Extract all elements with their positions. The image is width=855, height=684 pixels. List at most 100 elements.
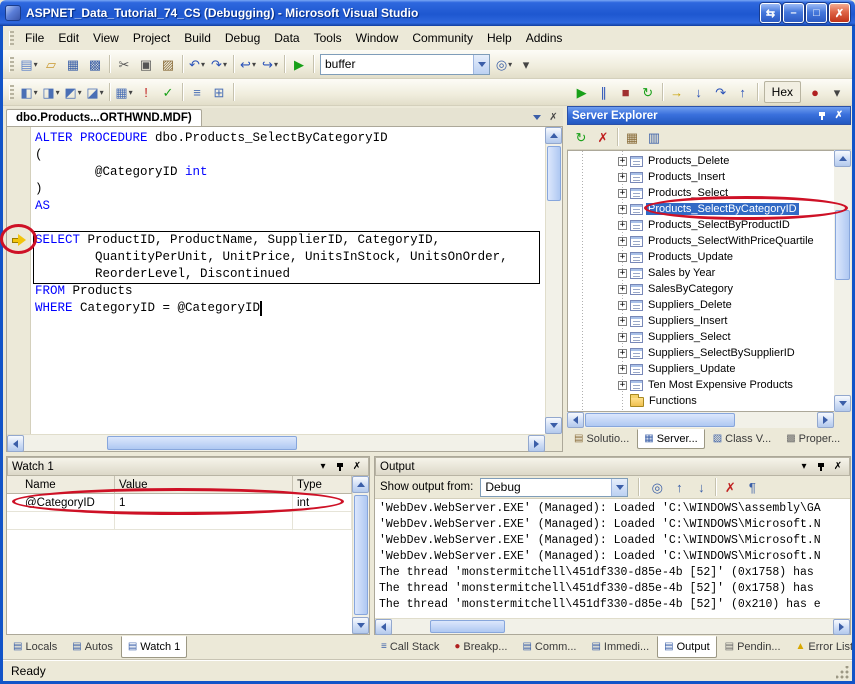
code-line[interactable]: @CategoryID int — [35, 164, 545, 181]
title-bar[interactable]: ASPNET_Data_Tutorial_74_CS (Debugging) -… — [0, 0, 855, 26]
toggle-word-wrap-button[interactable]: ¶ — [741, 476, 763, 498]
close-panel-button[interactable]: ✗ — [831, 460, 845, 473]
expander-icon[interactable]: + — [618, 269, 627, 278]
menu-data[interactable]: Data — [267, 28, 306, 48]
add-table-button[interactable]: ⊞ — [208, 81, 230, 103]
open-file-button[interactable]: ▱ — [40, 53, 62, 75]
scroll-up-button[interactable] — [834, 150, 851, 167]
tab-breakp[interactable]: ●Breakp... — [447, 636, 514, 658]
step-into-button[interactable]: ↓ — [688, 81, 710, 103]
code-line[interactable]: WHERE CategoryID = @CategoryID — [35, 300, 545, 317]
tree-item-suppliers-insert[interactable]: +Suppliers_Insert — [568, 313, 834, 329]
copy-button[interactable]: ▣ — [135, 53, 157, 75]
previous-message-button[interactable]: ↑ — [668, 476, 690, 498]
close-button[interactable]: ✗ — [829, 3, 850, 23]
code-content[interactable]: ALTER PROCEDURE dbo.Products_SelectByCat… — [31, 127, 545, 434]
step-out-button[interactable]: ↑ — [732, 81, 754, 103]
resize-grip[interactable] — [836, 666, 849, 679]
expander-icon[interactable]: + — [618, 221, 627, 230]
watch-header[interactable]: Watch 1 ▾ ✗ — [7, 457, 369, 476]
auto-hide-pin-button[interactable] — [814, 460, 828, 473]
menu-edit[interactable]: Edit — [51, 28, 86, 48]
tab-call-stack[interactable]: ≡Call Stack — [374, 636, 446, 658]
find-message-button[interactable]: ◎ — [646, 476, 668, 498]
scrollbar-thumb[interactable] — [835, 210, 850, 280]
tree-item-suppliers-selectbysupplierid[interactable]: +Suppliers_SelectBySupplierID — [568, 345, 834, 361]
step-over-button[interactable]: ↷ — [710, 81, 732, 103]
stop-refresh-button[interactable]: ✗ — [592, 126, 614, 148]
scroll-up-button[interactable] — [352, 476, 369, 493]
expander-icon[interactable]: + — [618, 237, 627, 246]
expander-icon[interactable]: + — [618, 205, 627, 214]
hex-display-button[interactable]: Hex — [764, 81, 801, 103]
scrollbar-thumb[interactable] — [547, 146, 561, 201]
show-criteria-pane-button[interactable]: ◨▾ — [40, 81, 62, 103]
watch-column-value[interactable]: Value — [115, 476, 293, 494]
server-explorer-header[interactable]: Server Explorer ✗ — [567, 106, 851, 125]
refresh-button[interactable]: ↻ — [570, 126, 592, 148]
auto-hide-pin-button[interactable] — [815, 109, 829, 122]
add-group-by-button[interactable]: ≡ — [186, 81, 208, 103]
expander-icon[interactable]: + — [618, 381, 627, 390]
change-query-type-button[interactable]: ▦▾ — [113, 81, 135, 103]
active-files-dropdown-button[interactable] — [529, 110, 544, 124]
menu-tools[interactable]: Tools — [307, 28, 349, 48]
window-menu-button[interactable]: ▾ — [316, 460, 330, 473]
expander-icon[interactable]: + — [618, 301, 627, 310]
watch-vertical-scrollbar[interactable] — [352, 476, 369, 634]
tree-item-suppliers-update[interactable]: +Suppliers_Update — [568, 361, 834, 377]
scroll-up-button[interactable] — [545, 127, 562, 144]
restart-button[interactable]: ↻ — [637, 81, 659, 103]
code-line[interactable]: ALTER PROCEDURE dbo.Products_SelectByCat… — [35, 130, 545, 147]
tab-locals[interactable]: ▤Locals — [6, 636, 64, 658]
tree-item-suppliers-select[interactable]: +Suppliers_Select — [568, 329, 834, 345]
code-line[interactable]: FROM Products — [35, 283, 545, 300]
minimize-button[interactable]: – — [783, 3, 804, 23]
tree-item-functions[interactable]: Functions — [568, 393, 834, 409]
watch-column-name[interactable]: Name — [7, 476, 115, 494]
continue-button[interactable]: ▶ — [571, 81, 593, 103]
expander-icon[interactable]: + — [618, 173, 627, 182]
scrollbar-thumb[interactable] — [430, 620, 505, 633]
scroll-down-button[interactable] — [545, 417, 562, 434]
expander-icon[interactable]: + — [618, 157, 627, 166]
expander-icon[interactable]: + — [618, 285, 627, 294]
show-sql-pane-button[interactable]: ◩▾ — [62, 81, 84, 103]
code-line[interactable]: AS — [35, 198, 545, 215]
save-button[interactable]: ▦ — [62, 53, 84, 75]
output-horizontal-scrollbar[interactable] — [375, 618, 850, 634]
paste-button[interactable]: ▨ — [157, 53, 179, 75]
editor-gutter[interactable] — [7, 127, 31, 434]
show-next-statement-button[interactable]: → — [666, 81, 688, 103]
code-line[interactable]: ) — [35, 181, 545, 198]
auto-hide-pin-button[interactable] — [333, 460, 347, 473]
scroll-left-button[interactable] — [375, 619, 392, 635]
stop-debugging-button[interactable]: ■ — [615, 81, 637, 103]
output-text[interactable]: 'WebDev.WebServer.EXE' (Managed): Loaded… — [375, 499, 850, 618]
output-header[interactable]: Output ▾ ✗ — [375, 457, 850, 476]
menu-debug[interactable]: Debug — [218, 28, 267, 48]
show-results-pane-button[interactable]: ◪▾ — [84, 81, 106, 103]
start-debugging-button[interactable]: ▶ — [288, 53, 310, 75]
close-document-button[interactable]: ✗ — [546, 110, 561, 124]
scroll-down-button[interactable] — [352, 617, 369, 634]
window-menu-button[interactable]: ▾ — [797, 460, 811, 473]
break-all-button[interactable]: ∥ — [593, 81, 615, 103]
tab-watch-1[interactable]: ▤Watch 1 — [121, 636, 187, 658]
scroll-right-button[interactable] — [817, 412, 834, 428]
editor-vertical-scrollbar[interactable] — [545, 127, 562, 434]
scrollbar-thumb[interactable] — [107, 436, 297, 450]
toolbar-grip[interactable] — [9, 85, 14, 100]
tool-tab-class-v[interactable]: ▧Class V... — [706, 429, 779, 449]
tab-immedi[interactable]: ▤Immedi... — [584, 636, 656, 658]
menu-build[interactable]: Build — [177, 28, 218, 48]
expander-icon[interactable]: + — [618, 365, 627, 374]
watch-row[interactable]: @CategoryID1int — [7, 494, 352, 512]
tree-item-products-update[interactable]: +Products_Update — [568, 249, 834, 265]
code-line[interactable]: QuantityPerUnit, UnitPrice, UnitsInStock… — [35, 249, 545, 266]
tree-item-products-selectbycategoryid[interactable]: +Products_SelectByCategoryID — [568, 201, 834, 217]
tab-error-list[interactable]: ▲Error List — [789, 636, 855, 658]
verify-sql-button[interactable]: ✓ — [157, 81, 179, 103]
expander-icon[interactable]: + — [618, 349, 627, 358]
cut-button[interactable]: ✂ — [113, 53, 135, 75]
